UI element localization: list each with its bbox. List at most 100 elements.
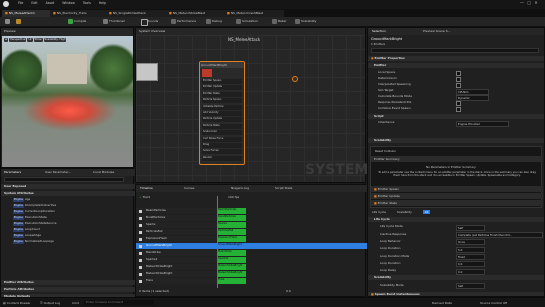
track-enable-checkbox[interactable] xyxy=(139,209,142,213)
node-stack-row[interactable]: Emitter State xyxy=(202,91,242,97)
timeline-emitter-bar[interactable]: GroundMarkBright xyxy=(217,243,367,249)
tab-niagara-log[interactable]: Niagara Log xyxy=(231,186,249,190)
details-search-input[interactable] xyxy=(371,48,539,53)
timeline-track-row[interactable]: MainStrike xyxy=(136,250,220,256)
emitter-state-header[interactable]: ■ Emitter State xyxy=(371,200,543,206)
debug-button[interactable]: Debug xyxy=(206,19,222,25)
menu-tools[interactable]: Tools xyxy=(83,1,91,5)
emitter-properties-section[interactable]: ● Emitter Properties xyxy=(368,56,544,61)
timeline-emitter-bar[interactable]: ExplosionFlash xyxy=(217,236,246,242)
node-stack-row[interactable]: Particle State xyxy=(202,123,242,129)
state-subsection[interactable]: Scalability xyxy=(368,275,544,281)
emitter-node-groundmarkbright[interactable]: GroundMarkBright Emitter Spawn Emitter Up… xyxy=(199,61,245,165)
param-row[interactable]: Engine bCompleteOnInactive xyxy=(1,203,56,208)
inheritance-value[interactable]: Engine Provided xyxy=(456,120,509,127)
console-input[interactable]: Enter Console Command xyxy=(84,300,154,305)
particle-attributes-section[interactable]: Particle Attributes xyxy=(1,287,138,292)
track-enable-checkbox[interactable] xyxy=(139,223,142,227)
timeline-track-row[interactable]: BurstParticles xyxy=(136,215,220,221)
timeline-track-row[interactable]: Sparks2 xyxy=(136,257,220,263)
node-stack-row[interactable]: Scale Color xyxy=(202,130,242,136)
timeline-track-row[interactable]: MeteorStrikeBright xyxy=(136,271,220,277)
scalability-badge[interactable]: Scalability: High xyxy=(43,38,67,42)
minimize-icon[interactable]: — xyxy=(520,0,524,5)
fps-dropdown[interactable]: 100 fps xyxy=(228,195,239,199)
param-row[interactable]: Engine ExecutionStateSource xyxy=(1,221,57,226)
thumbnail-button[interactable]: Thumbnail xyxy=(103,19,125,25)
param-row[interactable]: Engine LoopedAge xyxy=(1,233,41,238)
menu-asset[interactable]: Asset xyxy=(46,1,55,5)
bounds-button[interactable]: Bounds xyxy=(141,19,158,26)
node-stack-row[interactable]: Particle Update xyxy=(202,117,242,123)
timeline-track-row[interactable]: BeamParticles xyxy=(136,208,220,214)
scalability-button[interactable]: Scalability xyxy=(295,19,316,25)
track-enable-checkbox[interactable] xyxy=(139,251,142,255)
cmd-dropdown[interactable]: Cmd xyxy=(72,301,79,305)
tab-timeline[interactable]: Timeline xyxy=(140,186,153,190)
state-subsection[interactable]: Life Cycle xyxy=(368,217,544,222)
viewport-options-button[interactable]: ☰ xyxy=(4,38,9,42)
param-row[interactable]: Engine LoopCount xyxy=(1,227,40,232)
timeline-track-row[interactable]: MeteorStrikeBright xyxy=(136,264,220,270)
node-stack-row[interactable]: Curl Noise Force xyxy=(202,136,242,142)
timeline-track-row[interactable]: GroundMarkBright xyxy=(136,243,220,249)
timeline-emitter-bar[interactable]: BeamParticles xyxy=(217,208,246,214)
param-row[interactable]: Engine NormalizedLoopAge xyxy=(1,239,54,244)
tab-parameters[interactable]: Parameters xyxy=(4,170,21,174)
tab-script-stats[interactable]: Script Stats xyxy=(275,186,292,190)
track-enable-checkbox[interactable] xyxy=(139,279,142,283)
node-stack-row[interactable]: Add Velocity xyxy=(202,111,242,116)
content-drawer-button[interactable]: ▤ Content Drawer xyxy=(3,301,31,305)
node-stack-row[interactable]: Render xyxy=(202,155,242,161)
node-stack-row[interactable]: Solve Forces xyxy=(202,149,242,155)
emitter-summary-header[interactable]: Emitter Summary xyxy=(371,156,543,162)
state-value-field[interactable]: 5.0 xyxy=(456,246,485,253)
timeline-emitter-bar[interactable]: BurstParticles xyxy=(217,215,246,221)
timeline-emitter-bar[interactable]: MeteorStrikeBright xyxy=(217,271,246,277)
system-attributes-section[interactable]: System Attributes xyxy=(1,191,138,196)
close-icon[interactable]: ✕ xyxy=(534,0,537,5)
params-search-input[interactable] xyxy=(4,177,124,182)
tab-user-parameters[interactable]: User Parameter... xyxy=(45,170,71,174)
menu-edit[interactable]: Edit xyxy=(31,1,37,5)
emitter-section[interactable]: Emitter xyxy=(368,63,544,68)
performance-button[interactable]: Performance xyxy=(171,19,196,25)
state-value-field[interactable]: Self xyxy=(456,283,485,290)
state-value-field[interactable]: Once xyxy=(456,239,485,246)
state-value-field[interactable]: Complete (Let Particles Finish then Kill… xyxy=(456,232,543,239)
emitter-attributes-section[interactable]: Emitter Attributes xyxy=(1,280,138,285)
perspective-button[interactable]: Perspective xyxy=(9,38,27,42)
user-exposed-section[interactable]: User Exposed xyxy=(1,184,138,189)
unreal-logo-icon[interactable] xyxy=(3,1,9,7)
node-stack-row[interactable]: Particle Spawn xyxy=(202,98,242,104)
collapsed-node[interactable] xyxy=(136,63,158,81)
menu-file[interactable]: File xyxy=(18,1,23,5)
menu-help[interactable]: Help xyxy=(99,1,106,5)
param-row[interactable]: Engine Age xyxy=(1,197,30,202)
compile-button[interactable]: Compile xyxy=(68,19,86,25)
save-button[interactable] xyxy=(5,19,11,25)
lit-button[interactable]: Lit xyxy=(27,38,33,42)
timeline-emitter-bar[interactable]: Sparks xyxy=(217,222,246,228)
timeline-emitter-bar[interactable]: ParticlesFall xyxy=(217,229,246,235)
tab-scalability[interactable]: Scalability xyxy=(397,210,412,214)
track-enable-checkbox[interactable] xyxy=(139,230,142,234)
timeline-track-row[interactable]: ExplosionFlash xyxy=(136,236,220,242)
tab-curves[interactable]: Curves xyxy=(184,186,194,190)
simulation-button[interactable]: Simulation xyxy=(236,19,258,25)
param-row[interactable]: Engine ExecutionState xyxy=(1,215,47,220)
timeline-track-row[interactable]: ParticlesFall xyxy=(136,229,220,235)
tab-all[interactable]: All xyxy=(422,210,431,214)
state-value-field[interactable]: 0.0 xyxy=(456,268,485,275)
track-enable-checkbox[interactable] xyxy=(139,244,142,248)
timeline-emitter-bar[interactable]: MainStrike xyxy=(217,250,246,256)
node-stack-row[interactable]: Emitter Spawn xyxy=(202,79,242,84)
node-stack-row[interactable]: Drag xyxy=(202,143,242,148)
timeline-track-row[interactable]: Sparks xyxy=(136,222,220,228)
node-stack-row[interactable]: Initialize Particle xyxy=(202,104,242,110)
track-enable-checkbox[interactable] xyxy=(139,272,142,276)
playhead[interactable] xyxy=(217,196,218,288)
emitter-update-header[interactable]: ■ Emitter Update xyxy=(371,193,543,199)
tab-preview-scene[interactable]: Preview Scene S... xyxy=(423,29,451,33)
scalability-section[interactable]: Scalability xyxy=(368,138,544,143)
